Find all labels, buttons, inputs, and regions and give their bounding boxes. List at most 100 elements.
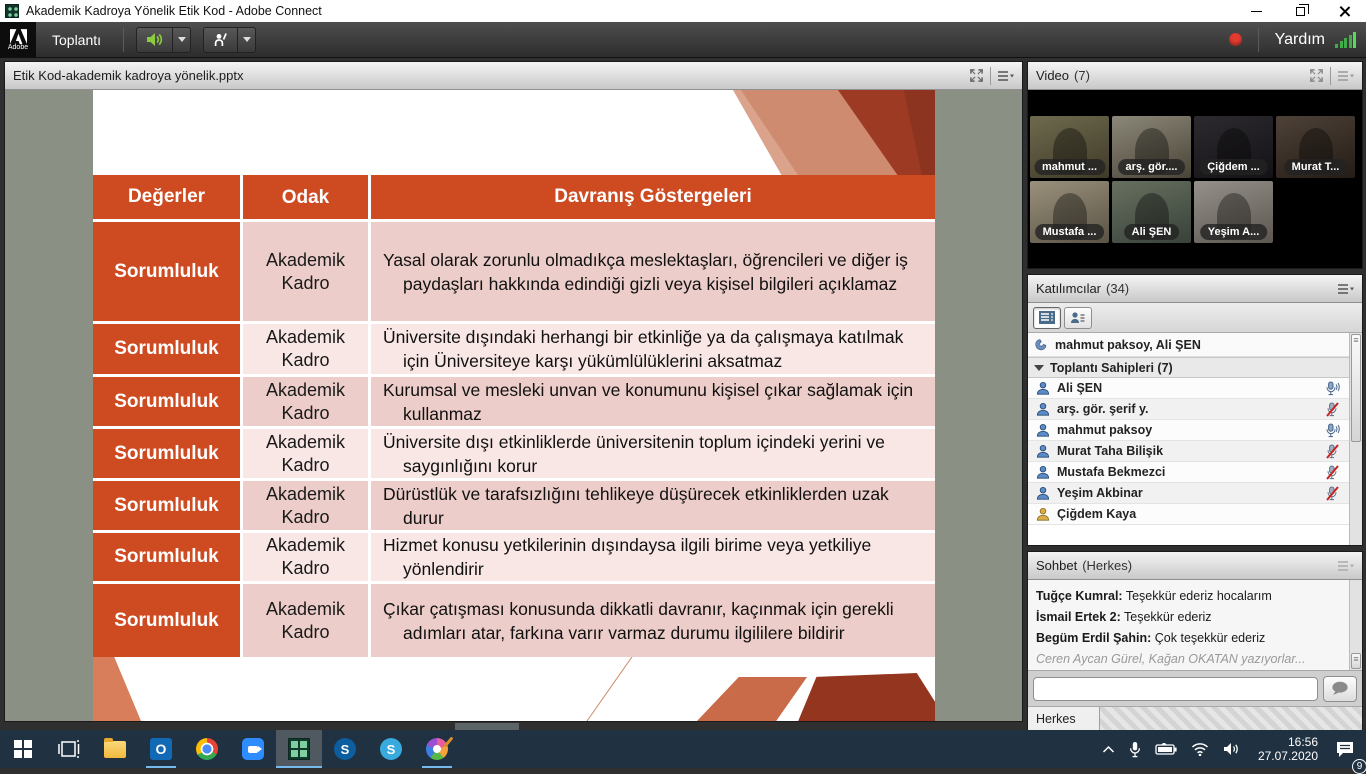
adobe-caption: Adobe	[8, 44, 28, 51]
table-row: Sorumluluk Akademik Kadro Üniversite dış…	[93, 324, 935, 374]
table-cell-text: Dürüstlük ve tarafsızlığını tehlikeye dü…	[371, 481, 935, 530]
video-tile[interactable]: Mustafa ...	[1030, 181, 1109, 243]
table-cell-odak: Akademik Kadro	[243, 324, 368, 374]
window-title: Akademik Kadroya Yönelik Etik Kod - Adob…	[26, 4, 322, 18]
tray-wifi-button[interactable]	[1186, 730, 1214, 768]
share-pod-title: Etik Kod-akademik kadroya yönelik.pptx	[13, 68, 244, 83]
table-cell-text: Üniversite dışındaki herhangi bir etkinl…	[371, 324, 935, 374]
pod-options-icon[interactable]	[997, 70, 1014, 82]
right-pods-column: Video (7) mahmut ... arş. gör.... Çiğdem…	[1027, 61, 1363, 722]
table-cell-odak: Akademik Kadro	[243, 533, 368, 581]
file-explorer-icon	[104, 741, 126, 758]
notification-icon	[1335, 741, 1355, 758]
participants-count: (34)	[1106, 281, 1129, 296]
tray-volume-button[interactable]	[1218, 730, 1246, 768]
task-view-icon	[58, 740, 80, 758]
outlook-button[interactable]: O	[138, 730, 184, 768]
pod-options-icon[interactable]	[1337, 283, 1354, 295]
meeting-layout: Etik Kod-akademik kadroya yönelik.pptx	[0, 59, 1366, 730]
participant-row[interactable]: Murat Taha Bilişik	[1028, 441, 1349, 462]
video-tile[interactable]: Ali ŞEN	[1112, 181, 1191, 243]
table-cell-text: Yasal olarak zorunlu olmadıkça meslektaş…	[371, 222, 935, 321]
taskbar-clock[interactable]: 16:56 27.07.2020	[1250, 735, 1326, 763]
chat-pod-title: Sohbet	[1036, 558, 1077, 573]
video-tile[interactable]: Murat T...	[1276, 116, 1355, 178]
participant-row[interactable]: mahmut paksoy	[1028, 420, 1349, 441]
chat-tab-herkes[interactable]: Herkes	[1028, 707, 1100, 730]
participant-row[interactable]: Ali ŞEN	[1028, 378, 1349, 399]
share-pod: Etik Kod-akademik kadroya yönelik.pptx	[4, 61, 1023, 722]
skype-business-button[interactable]: S	[322, 730, 368, 768]
status-view-button[interactable]	[1064, 307, 1092, 329]
meeting-menubar: Adobe Toplantı Yardım	[0, 22, 1366, 58]
video-pod-header: Video (7)	[1028, 62, 1362, 90]
participant-name: Çiğdem Kaya	[1057, 507, 1136, 521]
file-explorer-button[interactable]	[92, 730, 138, 768]
header-divider	[990, 67, 991, 85]
participant-row[interactable]: Mustafa Bekmezci	[1028, 462, 1349, 483]
table-cell-deger: Sorumluluk	[93, 429, 240, 478]
video-tile[interactable]: arş. gör....	[1112, 116, 1191, 178]
pod-options-icon[interactable]	[1337, 70, 1354, 82]
participant-row[interactable]: Çiğdem Kaya	[1028, 504, 1349, 525]
tray-mic-button[interactable]	[1124, 730, 1146, 768]
paint-button[interactable]	[414, 730, 460, 768]
table-header-cell: Değerler	[93, 175, 240, 219]
notification-center-button[interactable]: 9	[1330, 730, 1360, 768]
adobe-logo[interactable]: Adobe	[0, 22, 36, 58]
participant-name: arş. gör. şerif y.	[1057, 402, 1148, 416]
chevron-up-icon	[1102, 745, 1115, 753]
hosts-section-header[interactable]: Toplantı Sahipleri (7)	[1028, 357, 1349, 378]
video-tile[interactable]: Yeşim A...	[1194, 181, 1273, 243]
mic-on-icon	[1325, 381, 1341, 396]
pod-options-icon[interactable]	[1337, 560, 1354, 572]
close-button[interactable]	[1322, 0, 1366, 22]
start-button[interactable]	[0, 730, 46, 768]
video-pod-title: Video	[1036, 68, 1069, 83]
table-row: Sorumluluk Akademik Kadro Dürüstlük ve t…	[93, 481, 935, 530]
chat-input[interactable]	[1033, 677, 1318, 701]
window-resize-notch	[455, 723, 519, 730]
chat-scrollbar[interactable]	[1349, 580, 1362, 670]
slide: Değerler Odak Davranış Göstergeleri Soru…	[93, 90, 935, 721]
tray-chevron-button[interactable]	[1097, 730, 1120, 768]
minimize-button[interactable]	[1234, 0, 1278, 22]
scrollbar-thumb[interactable]	[1351, 653, 1361, 669]
connection-signal-icon[interactable]	[1335, 32, 1356, 48]
clock-time: 16:56	[1258, 735, 1318, 749]
speaker-button[interactable]	[136, 27, 173, 53]
video-grid: mahmut ... arş. gör.... Çiğdem ... Murat…	[1028, 90, 1362, 268]
raise-hand-button[interactable]	[203, 27, 238, 53]
restore-button[interactable]	[1278, 0, 1322, 22]
menu-toplanti[interactable]: Toplantı	[36, 32, 117, 48]
windows-logo-icon	[14, 740, 32, 758]
tray-battery-button[interactable]	[1150, 730, 1182, 768]
share-pod-header: Etik Kod-akademik kadroya yönelik.pptx	[5, 62, 1022, 90]
menu-yardim[interactable]: Yardım	[1275, 31, 1325, 49]
recording-indicator-icon[interactable]	[1229, 33, 1242, 46]
phone-users-row[interactable]: mahmut paksoy, Ali ŞEN	[1028, 333, 1349, 357]
slide-deco-shape	[697, 677, 807, 721]
send-message-button[interactable]	[1323, 676, 1357, 702]
collapse-triangle-icon	[1034, 365, 1044, 371]
fullscreen-icon[interactable]	[1309, 68, 1324, 83]
participant-row[interactable]: Yeşim Akbinar	[1028, 483, 1349, 504]
zoom-button[interactable]	[230, 730, 276, 768]
scrollbar-thumb[interactable]	[1351, 334, 1361, 442]
task-view-button[interactable]	[46, 730, 92, 768]
participants-scrollbar[interactable]	[1349, 333, 1362, 545]
fullscreen-icon[interactable]	[969, 68, 984, 83]
chrome-button[interactable]	[184, 730, 230, 768]
adobe-connect-button[interactable]	[276, 730, 322, 768]
video-tile[interactable]: mahmut ...	[1030, 116, 1109, 178]
participant-row[interactable]: arş. gör. şerif y.	[1028, 399, 1349, 420]
participants-toolbar	[1028, 303, 1362, 333]
chat-pod-header: Sohbet (Herkes)	[1028, 552, 1362, 580]
participants-body: mahmut paksoy, Ali ŞEN Toplantı Sahipler…	[1028, 333, 1362, 545]
chevron-down-icon	[178, 37, 186, 42]
video-tile[interactable]: Çiğdem ...	[1194, 116, 1273, 178]
skype-button[interactable]: S	[368, 730, 414, 768]
speaker-dropdown[interactable]	[173, 27, 191, 53]
raise-hand-dropdown[interactable]	[238, 27, 256, 53]
list-view-button[interactable]	[1033, 307, 1061, 329]
